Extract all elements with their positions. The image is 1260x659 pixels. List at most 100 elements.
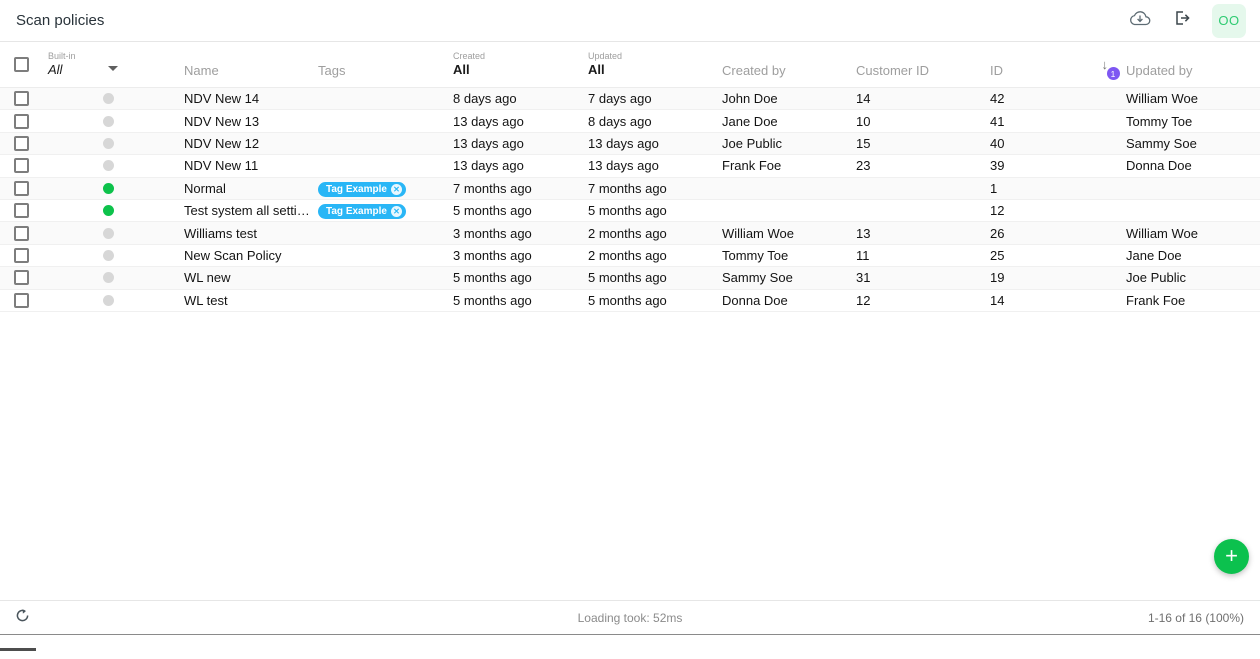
updated-by-cell: Jane Doe (1126, 248, 1260, 263)
table-row[interactable]: Test system all settin… Tag Example ✕ 5 … (0, 200, 1260, 222)
row-checkbox[interactable] (14, 136, 29, 151)
table-row[interactable]: NDV New 12 13 days ago 13 days ago Joe P… (0, 133, 1260, 155)
loading-time-text: Loading took: 52ms (0, 611, 1260, 625)
customer-id-cell: 13 (856, 226, 990, 241)
export-button[interactable] (1170, 9, 1194, 33)
top-bar-actions: OO (1128, 4, 1246, 38)
status-bar: Loading took: 52ms 1-16 of 16 (100%) (0, 600, 1260, 635)
tag-label: Tag Example (326, 206, 387, 217)
updated-cell: 13 days ago (588, 136, 722, 151)
builtin-cell (48, 116, 184, 127)
remove-tag-icon[interactable]: ✕ (391, 206, 402, 217)
row-checkbox[interactable] (14, 270, 29, 285)
id-cell: 25 (990, 248, 1126, 263)
column-header-updated-by[interactable]: Updated by (1126, 42, 1260, 87)
table-row[interactable]: WL new 5 months ago 5 months ago Sammy S… (0, 267, 1260, 289)
row-checkbox[interactable] (14, 114, 29, 129)
customer-id-cell: 31 (856, 270, 990, 285)
created-by-cell: Jane Doe (722, 114, 856, 129)
top-bar: Scan policies OO (0, 0, 1260, 42)
tag-pill[interactable]: Tag Example ✕ (318, 182, 406, 197)
builtin-cell (48, 250, 184, 261)
column-header-id[interactable]: ID ↓ 1 (990, 42, 1126, 87)
table-row[interactable]: NDV New 11 13 days ago 13 days ago Frank… (0, 155, 1260, 177)
created-filter-value[interactable]: All (453, 62, 588, 78)
select-all-checkbox[interactable] (14, 57, 29, 72)
customer-id-cell: 11 (856, 248, 990, 263)
sort-indicator[interactable]: ↓ 1 (1102, 58, 1109, 71)
table-row[interactable]: NDV New 13 13 days ago 8 days ago Jane D… (0, 110, 1260, 132)
cloud-download-icon (1129, 10, 1151, 31)
builtin-cell (48, 138, 184, 149)
name-cell: NDV New 12 (184, 136, 318, 151)
row-checkbox-cell (0, 136, 48, 151)
remove-tag-icon[interactable]: ✕ (391, 184, 402, 195)
tag-label: Tag Example (326, 184, 387, 195)
name-cell: Williams test (184, 226, 318, 241)
builtin-cell (48, 183, 184, 194)
row-checkbox-cell (0, 270, 48, 285)
horizontal-scrollbar[interactable] (0, 648, 36, 651)
row-checkbox[interactable] (14, 203, 29, 218)
customer-id-cell: 14 (856, 91, 990, 106)
created-cell: 13 days ago (453, 158, 588, 173)
created-filter[interactable]: Created All (453, 42, 588, 87)
customer-id-cell: 12 (856, 293, 990, 308)
created-cell: 13 days ago (453, 114, 588, 129)
row-checkbox[interactable] (14, 226, 29, 241)
cloud-download-button[interactable] (1128, 9, 1152, 33)
updated-filter-label: Updated (588, 51, 722, 62)
created-cell: 5 months ago (453, 293, 588, 308)
builtin-filter[interactable]: Built-in All (48, 42, 184, 87)
row-checkbox[interactable] (14, 248, 29, 263)
row-checkbox-cell (0, 91, 48, 106)
avatar[interactable]: OO (1212, 4, 1246, 38)
row-checkbox[interactable] (14, 158, 29, 173)
builtin-filter-value[interactable]: All (48, 62, 76, 78)
table-row[interactable]: NDV New 14 8 days ago 7 days ago John Do… (0, 88, 1260, 110)
row-checkbox[interactable] (14, 91, 29, 106)
id-cell: 26 (990, 226, 1126, 241)
updated-cell: 2 months ago (588, 226, 722, 241)
builtin-dot (103, 272, 114, 283)
sort-order-badge: 1 (1107, 67, 1120, 80)
refresh-button[interactable] (14, 607, 31, 629)
table-row[interactable]: WL test 5 months ago 5 months ago Donna … (0, 290, 1260, 312)
export-icon (1173, 9, 1191, 32)
table-row[interactable]: Normal Tag Example ✕ 7 months ago 7 mont… (0, 178, 1260, 200)
table-row[interactable]: Williams test 3 months ago 2 months ago … (0, 222, 1260, 244)
updated-by-cell: Joe Public (1126, 270, 1260, 285)
column-header-customer-id[interactable]: Customer ID (856, 42, 990, 87)
builtin-filter-label: Built-in (48, 51, 76, 62)
updated-by-cell: Frank Foe (1126, 293, 1260, 308)
created-by-cell: William Woe (722, 226, 856, 241)
name-cell: Normal (184, 181, 318, 196)
id-cell: 19 (990, 270, 1126, 285)
id-cell: 42 (990, 91, 1126, 106)
builtin-cell (48, 295, 184, 306)
created-cell: 7 months ago (453, 181, 588, 196)
customer-id-cell: 23 (856, 158, 990, 173)
tag-pill[interactable]: Tag Example ✕ (318, 204, 406, 219)
row-checkbox[interactable] (14, 181, 29, 196)
plus-icon: + (1225, 546, 1238, 566)
builtin-dot (103, 93, 114, 104)
tags-cell: Tag Example ✕ (318, 180, 453, 197)
column-header-name[interactable]: Name (184, 42, 318, 87)
created-cell: 3 months ago (453, 248, 588, 263)
name-cell: Test system all settin… (184, 203, 318, 218)
chevron-down-icon[interactable] (108, 66, 118, 71)
table-row[interactable]: New Scan Policy 3 months ago 2 months ag… (0, 245, 1260, 267)
created-by-cell: Frank Foe (722, 158, 856, 173)
updated-cell: 7 days ago (588, 91, 722, 106)
column-header-created-by[interactable]: Created by (722, 42, 856, 87)
column-header-tags[interactable]: Tags (318, 42, 453, 87)
updated-filter-value[interactable]: All (588, 62, 722, 78)
table-header: Built-in All Name Tags Created All Updat… (0, 42, 1260, 88)
updated-filter[interactable]: Updated All (588, 42, 722, 87)
row-checkbox[interactable] (14, 293, 29, 308)
created-by-cell: Tommy Toe (722, 248, 856, 263)
add-policy-button[interactable]: + (1214, 539, 1249, 574)
refresh-icon (14, 607, 31, 624)
updated-cell: 8 days ago (588, 114, 722, 129)
